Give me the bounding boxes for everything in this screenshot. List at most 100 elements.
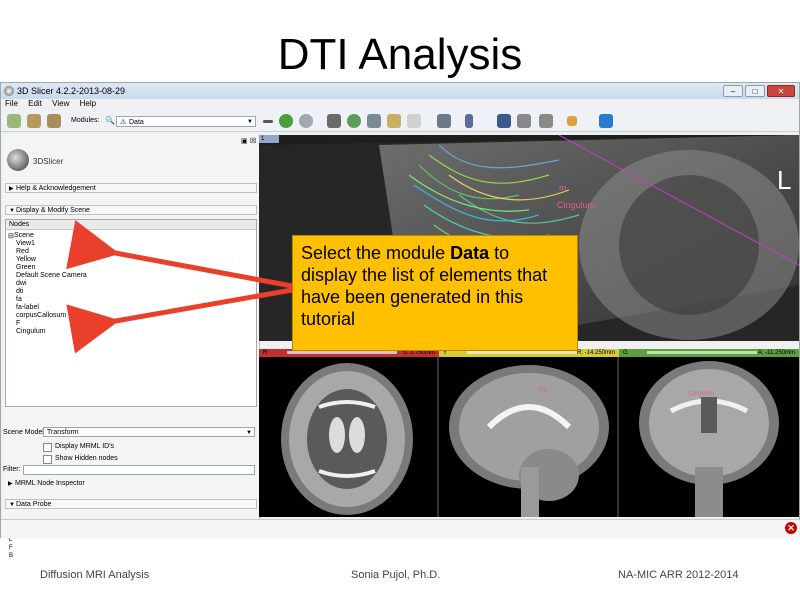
tree-node[interactable]: Green: [16, 264, 35, 271]
green-slice-view[interactable]: Cingulum: [619, 357, 799, 517]
scene-model-select[interactable]: Transform ▼: [43, 427, 255, 437]
yellow-slice-view[interactable]: Cg: [439, 357, 619, 517]
tree-node[interactable]: Default Scene Camera: [16, 272, 87, 279]
save-scene-icon[interactable]: [47, 114, 61, 128]
transforms-icon[interactable]: [407, 114, 421, 128]
editor-icon[interactable]: [387, 114, 401, 128]
menu-view[interactable]: View: [52, 99, 69, 108]
error-log-icon[interactable]: ✕: [785, 522, 797, 534]
green-slice-bar[interactable]: G A: -11.250mm: [619, 349, 799, 357]
red-slice-view[interactable]: [259, 357, 439, 517]
display-mrml-ids-label: Display MRML ID's: [55, 443, 115, 450]
display-modify-scene-section[interactable]: ▼ Display & Modify Scene: [5, 205, 257, 215]
close-button[interactable]: ✕: [767, 85, 795, 97]
mouse-mode-icon[interactable]: [539, 114, 553, 128]
display-mrml-ids-checkbox[interactable]: [43, 443, 52, 452]
search-icon[interactable]: 🔍: [105, 116, 115, 125]
tree-node[interactable]: Red: [16, 248, 29, 255]
cube-icon[interactable]: [327, 114, 341, 128]
window-title: 3D Slicer 4.2.2-2013-08-29: [17, 86, 126, 96]
show-hidden-nodes-checkbox[interactable]: [43, 455, 52, 464]
chevron-right-icon: ▶: [9, 186, 14, 192]
slicer-app-icon: [4, 86, 14, 96]
modules-label: Modules:: [71, 117, 100, 124]
chevron-down-icon: ▼: [246, 430, 252, 436]
tree-node[interactable]: dwi: [16, 280, 27, 287]
scene-view-icon[interactable]: [517, 114, 531, 128]
mrml-inspector-label: MRML Node Inspector: [15, 480, 85, 487]
callout-text-bold: Data: [450, 243, 490, 263]
red-slice-slider[interactable]: [287, 351, 397, 354]
footer-right: NA-MIC ARR 2012-2014: [618, 569, 739, 581]
slicer-logo-text: 3DSlicer: [33, 157, 64, 166]
scene-model-value: Transform: [47, 429, 79, 436]
3d-label-cingulum: Cingulum: [557, 200, 596, 210]
status-strip: ✕: [1, 519, 800, 538]
3d-label-m: m: [559, 183, 567, 193]
modules-select[interactable]: ⚠ Data ▼: [116, 116, 256, 127]
chevron-down-icon: ▼: [9, 208, 15, 214]
svg-text:Cg: Cg: [539, 387, 547, 393]
models-icon[interactable]: [367, 114, 381, 128]
back-arrow-icon[interactable]: [279, 114, 293, 128]
nodes-header: Nodes: [6, 220, 256, 230]
tree-node[interactable]: View1: [16, 240, 35, 247]
tree-node[interactable]: dti: [16, 288, 23, 295]
yellow-slice-offset: R: -14.250mm: [576, 350, 615, 356]
menubar: File Edit View Help: [1, 99, 799, 111]
screenshot-icon[interactable]: [497, 114, 511, 128]
tree-node[interactable]: F: [16, 320, 20, 327]
tree-node[interactable]: fa: [16, 296, 22, 303]
axial-brain-image: [281, 363, 413, 515]
yellow-slice-slider[interactable]: [467, 351, 577, 354]
extension-manager-icon[interactable]: [599, 114, 613, 128]
load-data-icon[interactable]: [7, 114, 21, 128]
filter-input[interactable]: [23, 465, 255, 475]
footer-left: Diffusion MRI Analysis: [40, 569, 150, 581]
maximize-button[interactable]: □: [745, 85, 765, 97]
nodes-tree[interactable]: Nodes ⊟ Scene View1 Red Yellow Green Def…: [5, 219, 257, 407]
tree-node[interactable]: Cingulum: [16, 328, 46, 335]
menu-help[interactable]: Help: [80, 99, 96, 108]
chevron-down-icon: ▼: [9, 502, 15, 508]
fiducial-plus-icon[interactable]: [567, 116, 577, 126]
filter-label: Filter:: [3, 466, 21, 473]
probe-line: F: [9, 545, 13, 551]
menu-file[interactable]: File: [5, 99, 18, 108]
red-slice-letter: R: [263, 350, 268, 356]
panel-float-icon[interactable]: ▣: [241, 137, 248, 145]
callout-text-pre: Select the module: [301, 243, 451, 263]
scene-model-label: Scene Model:: [3, 429, 46, 436]
tree-node[interactable]: Yellow: [16, 256, 36, 263]
panel-close-icon[interactable]: ☒: [250, 137, 256, 145]
callout-box: Select the module Data to display the li…: [292, 235, 578, 351]
tree-expand-icon[interactable]: ⊟: [8, 232, 14, 240]
slice-views: Cg Cingulum: [259, 357, 799, 517]
probe-line: B: [9, 553, 14, 559]
main-toolbar: Modules: 🔍 ⚠ Data ▼: [1, 111, 799, 132]
tree-node[interactable]: corpusCallosum: [16, 312, 66, 319]
sagittal-brain-image: Cg: [449, 365, 609, 517]
coronal-brain-image: Cingulum: [639, 361, 779, 517]
load-dicom-icon[interactable]: [27, 114, 41, 128]
layout-icon[interactable]: [437, 114, 451, 128]
module-list-icon[interactable]: [263, 120, 273, 123]
forward-arrow-icon[interactable]: [299, 114, 313, 128]
menu-edit[interactable]: Edit: [28, 99, 42, 108]
warning-icon: ⚠: [120, 119, 127, 126]
green-slice-letter: G: [623, 350, 628, 356]
volumes-icon[interactable]: [347, 114, 361, 128]
help-acknowledgement-section[interactable]: ▶ Help & Acknowledgement: [5, 183, 257, 193]
data-probe-section[interactable]: ▼ Data Probe: [5, 499, 257, 509]
module-panel: 3DSlicer ▣ ☒ ▶ Help & Acknowledgement ▼ …: [3, 135, 260, 559]
mrml-node-inspector-section[interactable]: ▶ MRML Node Inspector: [5, 479, 257, 489]
help-section-label: Help & Acknowledgement: [16, 185, 96, 192]
tree-node[interactable]: fa-label: [16, 304, 39, 311]
slide-title: DTI Analysis: [277, 30, 523, 79]
green-slice-slider[interactable]: [647, 351, 757, 354]
crosshair-up-down-icon[interactable]: [465, 114, 473, 128]
tree-root-scene[interactable]: Scene: [14, 232, 34, 239]
data-probe-label: Data Probe: [16, 501, 52, 508]
minimize-button[interactable]: –: [723, 85, 743, 97]
footer-center: Sonia Pujol, Ph.D.: [351, 569, 441, 581]
